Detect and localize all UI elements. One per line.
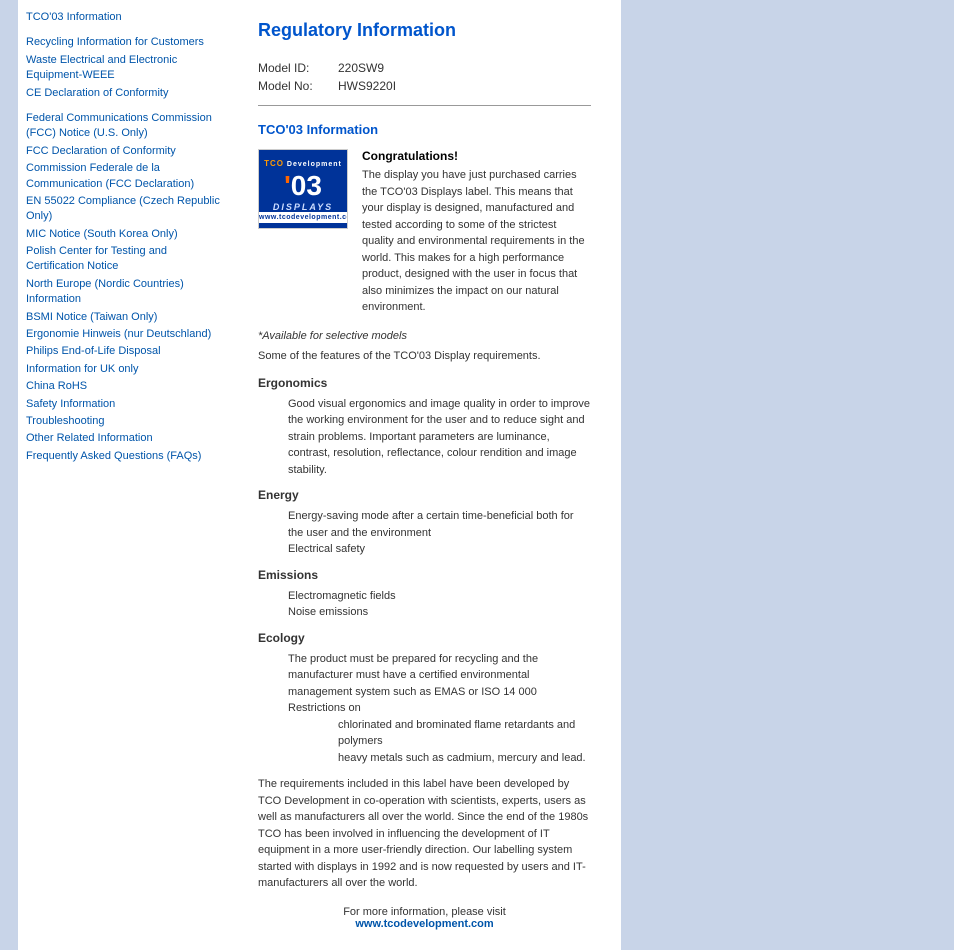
features-text: Some of the features of the TCO'03 Displ… [258, 350, 591, 362]
sidebar-item-eol[interactable]: Philips End-of-Life Disposal [26, 344, 220, 359]
sidebar: TCO'03 Information Recycling Information… [18, 0, 228, 950]
sidebar-item-rohs[interactable]: China RoHS [26, 379, 220, 394]
ergonomics-body: Good visual ergonomics and image quality… [288, 396, 591, 479]
model-id-value: 220SW9 [338, 59, 404, 77]
tco-block: TCO Development '03 DISPLAYS www.tcodeve… [258, 149, 591, 316]
sidebar-item-weee[interactable]: Waste Electrical and Electronic Equipmen… [26, 53, 220, 84]
congratulations-body: The display you have just purchased carr… [362, 167, 591, 316]
congratulations-title: Congratulations! [362, 149, 591, 163]
page-title: Regulatory Information [258, 20, 591, 41]
sidebar-item-nordic[interactable]: North Europe (Nordic Countries) Informat… [26, 277, 220, 308]
energy-title: Energy [258, 488, 591, 502]
sidebar-item-polish[interactable]: Polish Center for Testing and Certificat… [26, 244, 220, 275]
energy-content: Energy-saving mode after a certain time-… [288, 508, 591, 558]
ecology-line1: The product must be prepared for recycli… [288, 651, 591, 701]
sidebar-item-bsmi[interactable]: BSMI Notice (Taiwan Only) [26, 310, 220, 325]
emissions-title: Emissions [258, 568, 591, 582]
sidebar-item-fcc-conformity[interactable]: FCC Declaration of Conformity [26, 144, 220, 159]
ergonomics-content: Good visual ergonomics and image quality… [288, 396, 591, 479]
italic-note: *Available for selective models [258, 330, 591, 342]
energy-line2: Electrical safety [288, 541, 591, 558]
sidebar-group-1: TCO'03 Information [26, 10, 220, 25]
sidebar-item-other[interactable]: Other Related Information [26, 431, 220, 446]
sidebar-item-fcc[interactable]: Federal Communications Commission (FCC) … [26, 111, 220, 142]
sidebar-item-tco03[interactable]: TCO'03 Information [26, 10, 220, 25]
tco-description: Congratulations! The display you have ju… [362, 149, 591, 316]
emissions-content: Electromagnetic fields Noise emissions [288, 588, 591, 621]
tco-logo-top: TCO Development [259, 156, 347, 170]
ecology-restrictions: chlorinated and brominated flame retarda… [338, 717, 591, 767]
sidebar-item-faqs[interactable]: Frequently Asked Questions (FAQs) [26, 449, 220, 464]
tco-logo-sub: DISPLAYS [273, 202, 333, 212]
divider [258, 105, 591, 106]
ecology-title: Ecology [258, 631, 591, 645]
ecology-line4: heavy metals such as cadmium, mercury an… [338, 750, 591, 767]
main-content: Regulatory Information Model ID: 220SW9 … [228, 0, 621, 950]
tco-logo-middle: '03 [259, 170, 347, 202]
footer-visit-text: For more information, please visit [343, 906, 506, 918]
model-info: Model ID: 220SW9 Model No: HWS9220I [258, 59, 591, 95]
sidebar-item-ergonomie[interactable]: Ergonomie Hinweis (nur Deutschland) [26, 327, 220, 342]
right-panel [621, 0, 954, 950]
tco-logo: TCO Development '03 DISPLAYS www.tcodeve… [258, 149, 348, 229]
sidebar-item-troubleshooting[interactable]: Troubleshooting [26, 414, 220, 429]
sidebar-item-mic[interactable]: MIC Notice (South Korea Only) [26, 227, 220, 242]
sidebar-item-recycling[interactable]: Recycling Information for Customers [26, 35, 220, 50]
ecology-content: The product must be prepared for recycli… [288, 651, 591, 767]
footer-body: The requirements included in this label … [258, 776, 591, 892]
ecology-line2: Restrictions on [288, 700, 591, 717]
model-id-label: Model ID: [258, 59, 338, 77]
tco-logo-bottom: www.tcodevelopment.com [259, 212, 347, 223]
sidebar-group-2: Recycling Information for Customers Wast… [26, 35, 220, 101]
sidebar-item-fcc-fr[interactable]: Commission Federale de la Communication … [26, 161, 220, 192]
energy-line1: Energy-saving mode after a certain time-… [288, 508, 591, 541]
footer-url-link[interactable]: www.tcodevelopment.com [355, 918, 493, 930]
ecology-line3: chlorinated and brominated flame retarda… [338, 717, 591, 750]
footer-center: For more information, please visit www.t… [258, 906, 591, 930]
emissions-line2: Noise emissions [288, 604, 591, 621]
ergonomics-title: Ergonomics [258, 376, 591, 390]
sidebar-item-ce[interactable]: CE Declaration of Conformity [26, 86, 220, 101]
emissions-line1: Electromagnetic fields [288, 588, 591, 605]
sidebar-item-uk[interactable]: Information for UK only [26, 362, 220, 377]
sidebar-group-3: Federal Communications Commission (FCC) … [26, 111, 220, 464]
model-no-label: Model No: [258, 77, 338, 95]
tco-section-title: TCO'03 Information [258, 122, 591, 137]
sidebar-item-en55022[interactable]: EN 55022 Compliance (Czech Republic Only… [26, 194, 220, 225]
model-no-value: HWS9220I [338, 77, 404, 95]
sidebar-item-safety[interactable]: Safety Information [26, 397, 220, 412]
